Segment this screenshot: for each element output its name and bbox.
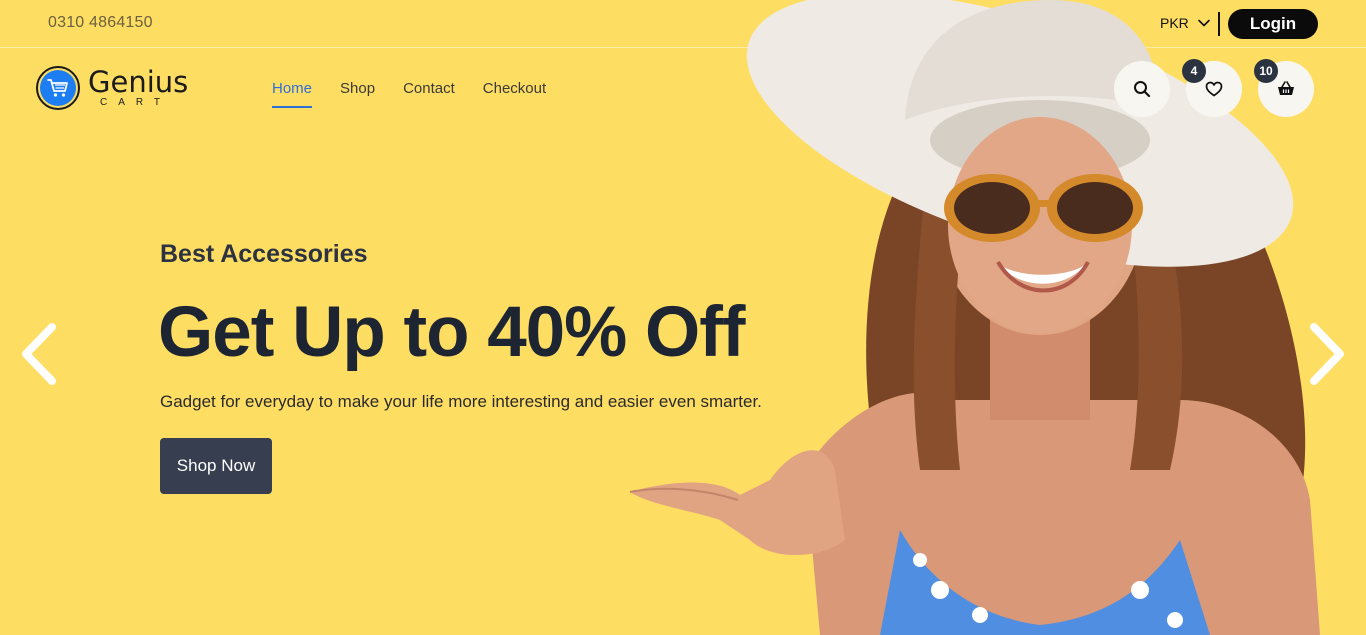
cart-count-badge: 10 — [1254, 59, 1278, 83]
nav-contact[interactable]: Contact — [403, 80, 455, 108]
wishlist-count-badge: 4 — [1182, 59, 1206, 83]
nav-home[interactable]: Home — [272, 80, 313, 108]
hero-description: Gadget for everyday to make your life mo… — [160, 392, 762, 411]
chevron-left-icon — [22, 323, 56, 385]
chevron-right-icon — [1310, 323, 1344, 385]
shop-now-button[interactable]: Shop Now — [160, 438, 272, 494]
wishlist-button[interactable]: 4 — [1182, 59, 1242, 117]
logo-name: Genius — [88, 65, 189, 99]
main-nav: Home Shop Contact Checkout — [272, 80, 546, 108]
cart-logo-icon — [36, 66, 80, 110]
search-button[interactable] — [1114, 61, 1170, 117]
hero-title: Get Up to 40% Off — [158, 293, 746, 372]
nav-checkout[interactable]: Checkout — [483, 80, 546, 108]
carousel-prev-button[interactable] — [16, 320, 60, 388]
carousel-next-button[interactable] — [1306, 320, 1350, 388]
site-logo[interactable]: Genius CART — [36, 66, 188, 110]
logo-subtitle: CART — [100, 97, 172, 108]
heart-icon — [1205, 81, 1223, 97]
nav-shop[interactable]: Shop — [340, 80, 375, 108]
phone-number[interactable]: 0310 4864150 — [48, 14, 153, 32]
basket-icon — [1278, 81, 1294, 95]
cart-button[interactable]: 10 — [1254, 59, 1314, 117]
hero-subtitle: Best Accessories — [160, 240, 368, 268]
search-icon — [1134, 81, 1151, 98]
